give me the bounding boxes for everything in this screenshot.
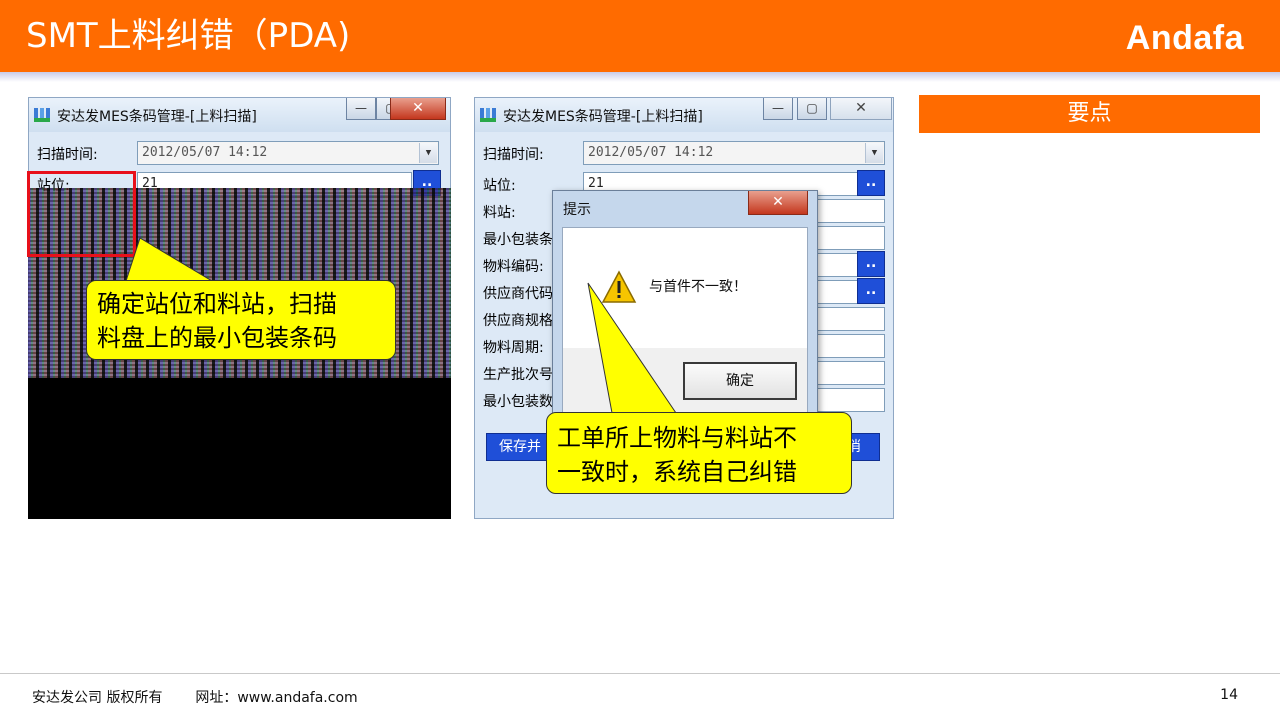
close-button[interactable]: ✕ — [830, 98, 892, 120]
minimize-icon: — — [772, 101, 784, 115]
app-icon — [34, 108, 50, 122]
alert-dialog: 提示 ✕ 与首件不一致！ 确定 — [552, 190, 818, 430]
station-label: 站位: — [483, 178, 516, 194]
callout-text: 一致时，系统自己纠错 — [557, 458, 797, 486]
close-button[interactable]: ✕ — [390, 98, 446, 120]
maximize-icon: ▢ — [806, 101, 818, 115]
close-icon: ✕ — [412, 100, 424, 116]
website-text: 网址：www.andafa.com — [195, 690, 358, 706]
right-window-titlebar: 安达发MES条码管理-[上料扫描] — ▢ ✕ — [475, 98, 893, 132]
minimize-button[interactable]: — — [346, 98, 376, 120]
left-window-titlebar: 安达发MES条码管理-[上料扫描] — ▢ ✕ — [29, 98, 450, 132]
minimize-icon: — — [355, 101, 367, 115]
minimize-button[interactable]: — — [763, 98, 793, 120]
scan-time-label: 扫描时间: — [37, 147, 98, 163]
ok-button[interactable]: 确定 — [683, 362, 797, 400]
app-icon — [480, 108, 496, 122]
right-window-title: 安达发MES条码管理-[上料扫描] — [503, 109, 703, 125]
brand-logo: Andafa — [1125, 19, 1244, 57]
footer: 安达发公司 版权所有 网址：www.andafa.com — [32, 687, 358, 707]
scan-time-label: 扫描时间: — [483, 147, 544, 163]
dialog-body: 与首件不一致！ 确定 — [562, 227, 808, 423]
left-window-title: 安达发MES条码管理-[上料扫描] — [57, 109, 257, 125]
close-icon: ✕ — [772, 194, 784, 210]
warning-icon — [601, 270, 637, 303]
callout-text: 料盘上的最小包装条码 — [97, 324, 337, 352]
field-label: 最小包装条 — [483, 232, 553, 248]
dialog-close-button[interactable]: ✕ — [748, 191, 808, 215]
header-shade — [0, 72, 1280, 82]
page-number: 14 — [1220, 687, 1238, 703]
right-callout: 工单所上物料与料站不 一致时，系统自己纠错 — [546, 412, 852, 494]
chevron-down-icon[interactable]: ▼ — [419, 143, 437, 163]
dialog-title: 提示 — [563, 202, 591, 218]
keypoints-heading: 要点 — [919, 95, 1260, 133]
field-label: 供应商代码 — [483, 286, 553, 302]
field-label: 最小包装数 — [483, 394, 553, 410]
field-label: 供应商规格 — [483, 313, 553, 329]
field-label: 料站: — [483, 205, 516, 221]
dialog-message: 与首件不一致！ — [649, 279, 747, 295]
left-callout: 确定站位和料站，扫描 料盘上的最小包装条码 — [86, 280, 396, 360]
highlight-box — [27, 171, 136, 257]
material-code-browse-button[interactable]: .. — [857, 251, 885, 277]
close-icon: ✕ — [855, 100, 867, 116]
supplier-code-browse-button[interactable]: .. — [857, 278, 885, 304]
field-label: 物料周期: — [483, 340, 544, 356]
maximize-button[interactable]: ▢ — [797, 98, 827, 120]
chevron-down-icon[interactable]: ▼ — [865, 143, 883, 163]
scan-time-field[interactable]: 2012/05/07 14:12 ▼ — [583, 141, 885, 165]
callout-text: 确定站位和料站，扫描 — [97, 290, 337, 318]
footer-divider — [0, 673, 1280, 674]
station-browse-button[interactable]: .. — [857, 170, 885, 196]
scan-time-field[interactable]: 2012/05/07 14:12 ▼ — [137, 141, 439, 165]
field-label: 物料编码: — [483, 259, 544, 275]
save-button[interactable]: 保存并 — [486, 433, 552, 461]
header-bar: SMT上料纠错（PDA) Andafa — [0, 0, 1280, 72]
blacked-out-region — [28, 378, 451, 519]
callout-text: 工单所上物料与料站不 — [557, 424, 797, 452]
slide-title: SMT上料纠错（PDA) — [26, 16, 351, 56]
copyright-text: 安达发公司 版权所有 — [32, 690, 163, 706]
field-label: 生产批次号 — [483, 367, 553, 383]
